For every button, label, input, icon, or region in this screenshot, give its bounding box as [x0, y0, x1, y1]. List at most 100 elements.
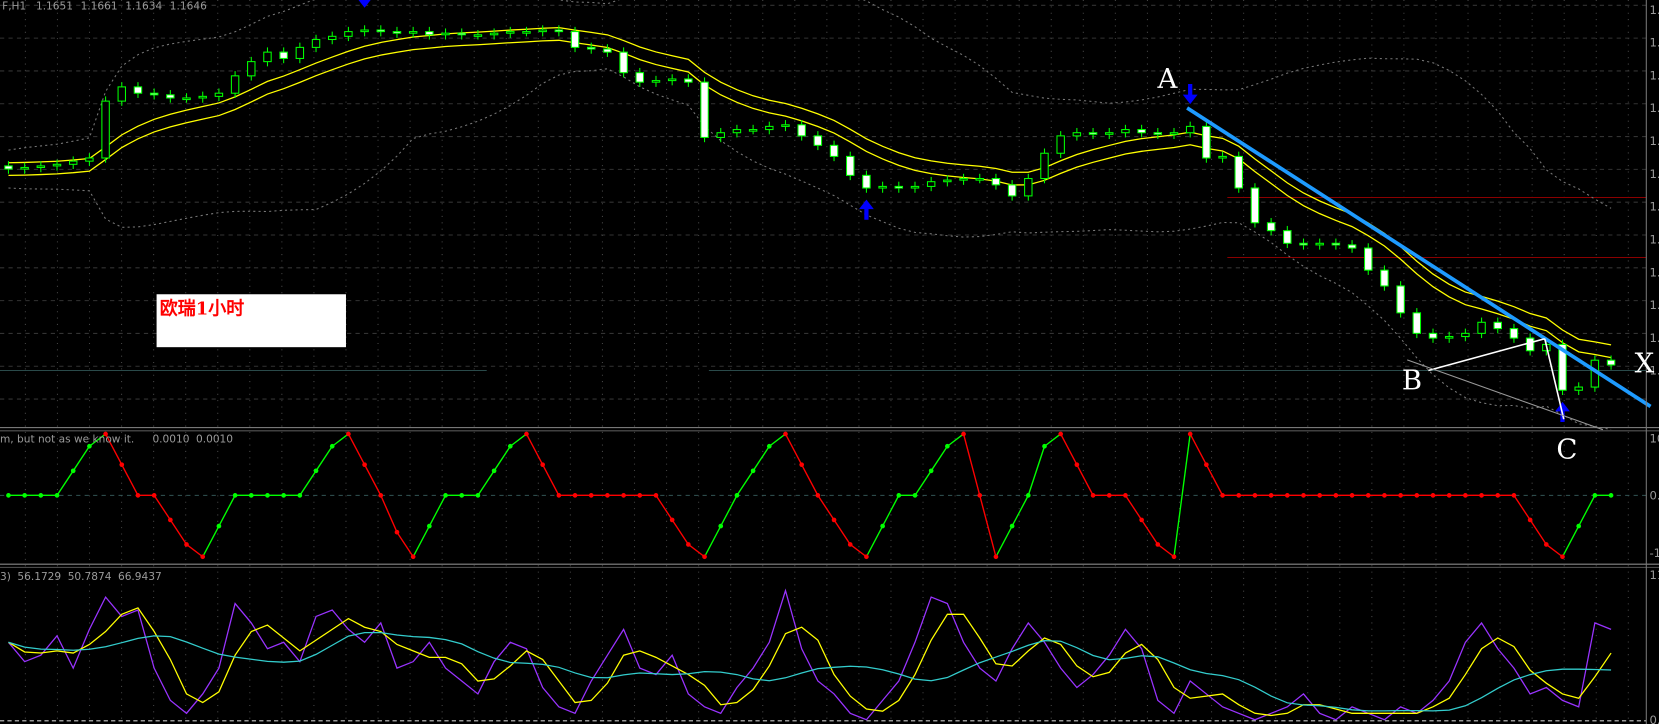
oscillator-point — [232, 493, 238, 498]
candle-body — [117, 86, 127, 102]
candle-body — [1574, 386, 1583, 391]
oscillator-point — [1187, 431, 1193, 437]
oscillator-point — [443, 493, 448, 498]
candle-body — [1315, 242, 1324, 246]
oscillator-point — [329, 443, 335, 449]
oscillator-point — [1009, 523, 1015, 529]
price-axis-label: 1. — [1649, 101, 1659, 115]
candle-body — [732, 129, 742, 134]
candle-body — [1477, 321, 1486, 334]
annotation-b[interactable]: B — [1402, 365, 1422, 397]
candle-body — [781, 124, 790, 127]
candle-body — [1380, 269, 1389, 287]
oscillator-point — [1511, 493, 1517, 498]
price-axis-label: 0.0 — [1649, 489, 1659, 503]
trading-chart[interactable]: 1.1.1.1.1.1.1.1.1.1.1.1.100.0-10110. F,H… — [0, 0, 1659, 724]
candle-body — [651, 80, 661, 83]
candle-body — [263, 51, 272, 63]
price-axis-label: 1. — [1649, 3, 1659, 17]
candle-body — [133, 86, 143, 94]
oscillator-point — [184, 542, 189, 547]
candle[interactable] — [619, 47, 628, 78]
candle-body — [4, 165, 13, 170]
oscillator-point — [572, 493, 578, 498]
oscillator-point — [1382, 493, 1387, 498]
oscillator-point — [1058, 431, 1064, 437]
candle-body — [1266, 222, 1276, 232]
candle-body — [457, 32, 466, 36]
oscillator-point — [621, 493, 626, 498]
annotation-a[interactable]: A — [1156, 63, 1178, 95]
candle[interactable] — [101, 96, 110, 163]
candle-body — [360, 29, 369, 33]
candle-body — [878, 185, 887, 189]
candle-body — [1007, 184, 1017, 197]
candle[interactable] — [1364, 243, 1373, 275]
annotation-c[interactable]: C — [1556, 433, 1577, 465]
oscillator-point — [1317, 493, 1323, 498]
candle[interactable] — [846, 151, 855, 181]
oscillator-point — [766, 443, 772, 449]
candle[interactable] — [1040, 148, 1049, 184]
oscillator-point — [1576, 523, 1582, 529]
candle[interactable] — [1412, 308, 1422, 339]
oscillator-point — [151, 493, 157, 498]
oscillator-point — [864, 554, 869, 560]
candle-body — [991, 177, 1001, 186]
oscillator-point — [1560, 554, 1565, 560]
oscillator-point — [459, 493, 465, 498]
candle-body — [1525, 337, 1535, 352]
candle-body — [1509, 328, 1519, 339]
candle-body — [489, 32, 499, 36]
candle-body — [829, 144, 839, 157]
oscillator-point — [605, 493, 610, 498]
candle[interactable] — [1234, 151, 1243, 193]
oscillator-point — [1301, 493, 1306, 498]
candle-body — [1105, 132, 1114, 135]
oscillator-point — [1284, 493, 1290, 498]
oscillator-point — [1543, 542, 1549, 547]
oscillator-point — [556, 493, 562, 498]
candle-body — [247, 61, 256, 77]
candle-body — [311, 38, 321, 48]
oscillator-point — [799, 462, 805, 468]
oscillator-point — [1042, 443, 1047, 449]
oscillator-point — [265, 493, 270, 498]
candle[interactable] — [1202, 121, 1211, 163]
candle-body — [85, 157, 94, 162]
candle-body — [1606, 359, 1616, 366]
price-axis-label: 0. — [1649, 713, 1659, 724]
oscillator-point — [928, 468, 934, 474]
oscillator-point — [216, 523, 222, 529]
candle-body — [52, 163, 62, 167]
candle-body — [926, 181, 936, 187]
oscillator-point — [702, 554, 707, 560]
candle-body — [1088, 132, 1098, 135]
oscillator-point — [1608, 493, 1614, 498]
oscillator-point — [653, 493, 659, 498]
candle[interactable] — [1396, 281, 1405, 318]
candle[interactable] — [1250, 183, 1260, 228]
candle-body — [1040, 152, 1049, 180]
candle-body — [522, 31, 531, 34]
candle-body — [392, 31, 402, 34]
annotation-x[interactable]: X — [1635, 348, 1655, 380]
candle-body — [538, 29, 547, 33]
candle-body — [1299, 242, 1308, 246]
oscillator-point — [896, 493, 902, 498]
candle-body — [376, 29, 386, 33]
candle-body — [506, 31, 515, 34]
candle-body — [1412, 312, 1422, 334]
candle-body — [1153, 132, 1163, 135]
indicator3-label: 3) 56.1729 50.7874 66.9437 — [0, 571, 162, 583]
candle-body — [667, 78, 677, 82]
oscillator-point — [1479, 493, 1484, 498]
candle-body — [344, 31, 353, 37]
oscillator-point — [847, 542, 853, 547]
chart-label-box[interactable]: 欧瑞1小时 — [156, 294, 346, 348]
candle[interactable] — [700, 77, 709, 143]
candle-body — [166, 94, 175, 99]
oscillator-point — [1365, 493, 1371, 498]
oscillator-point — [313, 468, 319, 474]
oscillator-point — [1527, 517, 1533, 523]
